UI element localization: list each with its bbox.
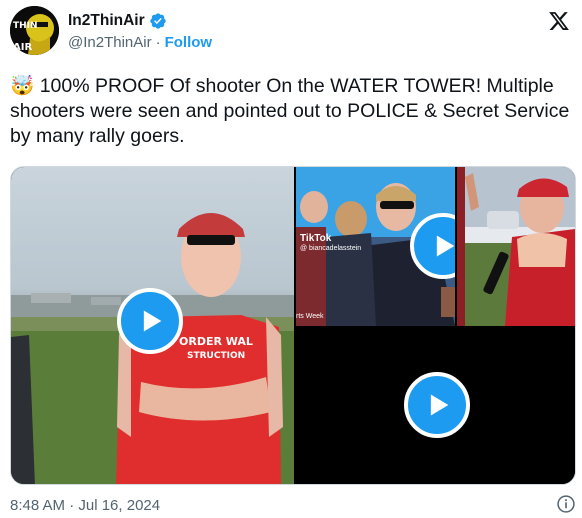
tiktok-label: TikTok bbox=[300, 233, 332, 244]
shirt-text-2: STRUCTION bbox=[187, 351, 245, 361]
tiktok-user: @ biancadelasstein bbox=[300, 245, 362, 252]
avatar-text-bottom: AIR bbox=[13, 42, 32, 53]
sports-label: rts Week bbox=[296, 313, 324, 320]
play-icon bbox=[436, 235, 455, 257]
avatar[interactable]: THIN AIR bbox=[10, 6, 59, 55]
author-handle[interactable]: @In2ThinAir bbox=[68, 34, 152, 51]
media-grid: ORDER WAL STRUCTION TikTok @ biancadelas… bbox=[10, 166, 576, 485]
avatar-text-top: THIN bbox=[13, 21, 38, 31]
tweet-emoji: 🤯 bbox=[10, 75, 35, 97]
author-name-row: In2ThinAir bbox=[68, 12, 167, 30]
play-button-4[interactable] bbox=[404, 372, 470, 438]
timestamp[interactable]: 8:48 AM · Jul 16, 2024 bbox=[10, 497, 572, 514]
video-thumbnail-1[interactable]: ORDER WAL STRUCTION bbox=[11, 167, 294, 484]
author-name[interactable]: In2ThinAir bbox=[68, 12, 145, 30]
tweet-text: 🤯 100% PROOF Of shooter On the WATER TOW… bbox=[10, 74, 576, 149]
follow-button[interactable]: Follow bbox=[165, 34, 213, 51]
shirt-text-1: ORDER WAL bbox=[179, 335, 253, 348]
video-thumbnail-3[interactable] bbox=[457, 167, 575, 326]
info-icon[interactable] bbox=[556, 494, 576, 514]
separator-dot: · bbox=[155, 34, 161, 51]
x-logo-icon[interactable] bbox=[548, 10, 570, 32]
verified-badge-icon bbox=[149, 13, 166, 29]
play-button-1[interactable] bbox=[117, 288, 183, 354]
video-thumbnail-4[interactable] bbox=[296, 328, 575, 484]
play-icon bbox=[143, 310, 162, 332]
tweet-body: 100% PROOF Of shooter On the WATER TOWER… bbox=[10, 75, 570, 147]
author-handle-row: @In2ThinAir · Follow bbox=[68, 34, 212, 51]
play-icon bbox=[430, 394, 449, 416]
video-thumbnail-2[interactable]: TikTok @ biancadelasstein rts Week bbox=[296, 167, 455, 326]
tweet-header: THIN AIR In2ThinAir @In2ThinAir · Follow bbox=[10, 6, 572, 56]
